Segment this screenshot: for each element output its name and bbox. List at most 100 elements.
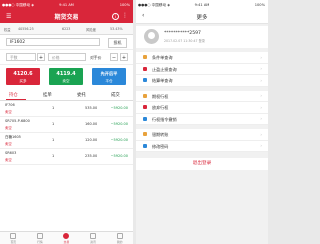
- nav-label: 资讯: [90, 240, 96, 244]
- menu-item-password[interactable]: 修改密码 ›: [136, 141, 268, 152]
- quantity: 1: [52, 106, 55, 110]
- trading-screen: ●●●○ 中国移动 ◈ 9:41 AM 100% ☰ 期货交易 i ⋮ 权益 4…: [0, 0, 133, 244]
- bottom-nav: 首页 行情 交易 资讯 我的: [0, 231, 133, 244]
- chevron-right-icon: ›: [260, 116, 262, 121]
- battery-text: 100%: [254, 2, 265, 7]
- avatar: [144, 29, 159, 44]
- nav-label: 我的: [116, 240, 123, 244]
- close-label: 平仓: [105, 78, 113, 83]
- contract-name: SR705-P-6800: [5, 119, 30, 123]
- logout-button[interactable]: 退出登录: [136, 158, 268, 170]
- table-row[interactable]: IF706 卖空 1 535.00 −5920.00: [0, 101, 133, 117]
- menu-item-settlement[interactable]: 结算单查询 ›: [136, 75, 268, 87]
- buy-price: 4120.6: [13, 71, 33, 77]
- quantity: 1: [52, 154, 55, 158]
- symbol-input[interactable]: IF1602: [6, 38, 100, 46]
- direction: 卖空: [5, 142, 12, 146]
- tab-pending[interactable]: 挂单: [43, 92, 52, 98]
- price-plus-button[interactable]: +: [120, 53, 128, 61]
- clock: 9:41 AM: [59, 2, 74, 7]
- sell-short-button[interactable]: 4119.4 卖空: [49, 68, 83, 85]
- nav-news[interactable]: 资讯: [80, 233, 107, 244]
- equity-label: 权益: [4, 28, 11, 32]
- avg-price: 235.00: [85, 154, 98, 158]
- table-row[interactable]: SR705-P-6800 卖空 1 160.00 −5920.00: [0, 117, 133, 133]
- chevron-right-icon: ›: [260, 104, 262, 110]
- contract-name: 白糖1605: [5, 135, 21, 139]
- menu-item-exercise[interactable]: 期权行权 ›: [136, 91, 268, 102]
- app-bar: ☰ 期货交易 i ⋮: [0, 9, 133, 23]
- buy-long-button[interactable]: 4120.6 买多: [6, 68, 40, 85]
- equity-value: 40556.25: [18, 27, 34, 31]
- chevron-right-icon: ›: [260, 93, 262, 98]
- price-minus-button[interactable]: −: [110, 53, 118, 61]
- positions-list: IF706 卖空 1 535.00 −5920.00 SR705-P-6800 …: [0, 101, 133, 165]
- menu-item-abandon[interactable]: 放弃行权 ›: [136, 102, 268, 114]
- profit-loss: −5920.00: [110, 154, 128, 158]
- page-title: 更多: [196, 14, 208, 21]
- menu-label: 放弃行权: [152, 105, 169, 110]
- app-bar: ‹ 更多: [136, 9, 268, 24]
- quantity: 1: [52, 122, 55, 126]
- nav-me[interactable]: 我的: [106, 233, 133, 244]
- close-position-button[interactable]: 先开后平 平仓: [92, 68, 126, 85]
- menu-item-revoke[interactable]: 行权指令撤销 ›: [136, 114, 268, 125]
- menu-label: 结算单查询: [152, 78, 173, 83]
- quantity-stepper[interactable]: +: [37, 53, 45, 61]
- trade-buttons: 4120.6 买多 4119.4 卖空 先开后平 平仓: [0, 65, 133, 89]
- user-icon: [116, 233, 123, 239]
- menu-label: 期权行权: [152, 93, 169, 99]
- menu-label: 修改密码: [152, 143, 169, 149]
- status-bar: ●●●○ 中国移动 ◈ 9:41 AM 100%: [136, 0, 268, 9]
- home-icon: [10, 233, 17, 239]
- menu-label: 银期转账: [152, 132, 169, 137]
- counterparty-price-label[interactable]: 对手价: [90, 55, 101, 61]
- sell-label: 卖空: [62, 78, 70, 83]
- condition-icon: [143, 55, 147, 59]
- settle-icon: [143, 78, 147, 82]
- nav-quotes[interactable]: 行情: [27, 233, 54, 244]
- stop-icon: [143, 66, 147, 71]
- table-row[interactable]: 白糖1605 卖空 1 120.00 −5920.00: [0, 133, 133, 149]
- clock: 9:41 AM: [194, 2, 210, 7]
- nav-label: 行情: [37, 240, 43, 244]
- profile-card[interactable]: ***********2597 2017.02.07 11:30:47 登录: [136, 26, 268, 48]
- menu-item-stop-orders[interactable]: 止盈止损查询 ›: [136, 64, 268, 75]
- hedge-type-button[interactable]: 投机: [108, 38, 127, 48]
- price-input[interactable]: 价格: [48, 53, 86, 61]
- menu-label: 行权指令撤销: [152, 116, 177, 122]
- menu-label: 条件单查询: [152, 55, 173, 60]
- risk-label: 风险度: [86, 28, 96, 32]
- risk-value: 53.43%: [110, 27, 123, 31]
- tab-orders[interactable]: 委托: [77, 92, 86, 98]
- profit-loss: −5920.00: [110, 106, 128, 110]
- menu-item-transfer[interactable]: 银期转账 ›: [136, 129, 268, 141]
- chevron-right-icon: ›: [260, 131, 262, 137]
- chart-icon: [36, 233, 43, 239]
- chevron-right-icon: ›: [260, 77, 262, 83]
- revoke-icon: [143, 116, 147, 121]
- info-icon[interactable]: i: [112, 12, 119, 20]
- nav-home[interactable]: 首页: [0, 233, 27, 244]
- password-icon: [143, 143, 147, 148]
- menu-item-condition-orders[interactable]: 条件单查询 ›: [136, 52, 268, 64]
- quantity-input[interactable]: 手数: [6, 53, 36, 61]
- more-screen: ●●●○ 中国移动 ◈ 9:41 AM 100% ‹ 更多 **********…: [136, 0, 268, 244]
- trade-icon: [63, 233, 70, 239]
- page: ●●●○ 中国移动 ◈ 9:41 AM 100% ☰ 期货交易 i ⋮ 权益 4…: [0, 0, 268, 244]
- direction: 卖空: [5, 126, 12, 130]
- direction: 卖空: [5, 158, 12, 162]
- active-tab-indicator: [6, 99, 26, 100]
- buy-label: 买多: [19, 78, 27, 83]
- tab-trades[interactable]: 成交: [111, 92, 120, 98]
- tab-positions[interactable]: 持仓: [9, 92, 18, 98]
- menu-list: 条件单查询 › 止盈止损查询 › 结算单查询 › 期权行权 › 放弃行权 › 行权指令撤销…: [136, 52, 268, 152]
- battery-text: 100%: [119, 2, 130, 7]
- table-row[interactable]: SR603 卖空 1 235.00 −5920.00: [0, 149, 133, 165]
- nav-trade[interactable]: 交易: [53, 233, 80, 244]
- order-input-row: 手数 + 价格 对手价 − +: [0, 50, 133, 65]
- quantity: 1: [52, 138, 55, 142]
- contract-name: IF706: [5, 103, 15, 107]
- more-icon[interactable]: ⋮: [122, 12, 128, 19]
- direction: 卖空: [5, 110, 12, 114]
